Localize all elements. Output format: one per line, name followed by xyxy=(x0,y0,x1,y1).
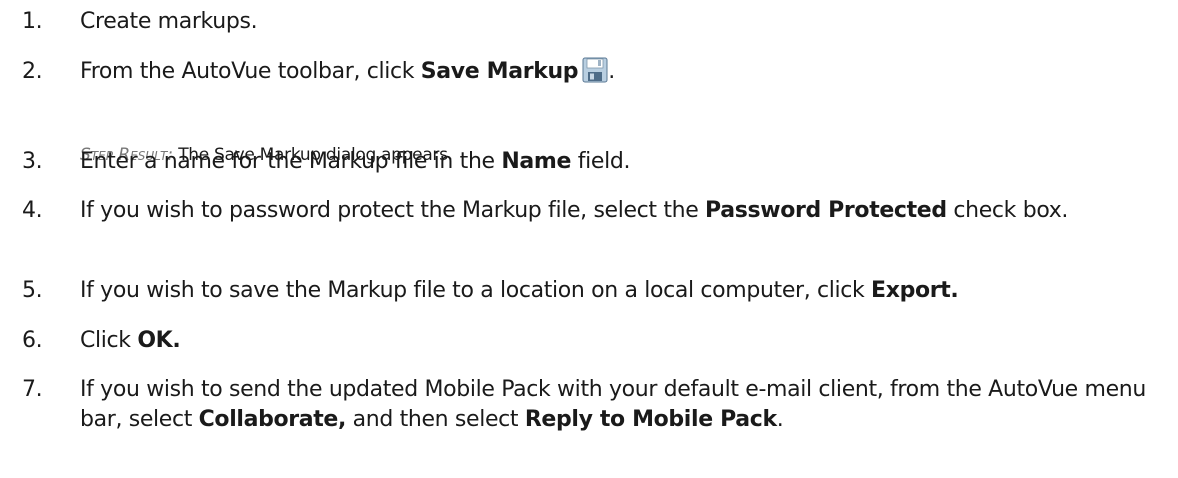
ui-term: Reply to Mobile Pack xyxy=(524,407,777,432)
step-number: 6. xyxy=(22,328,43,353)
ui-term: Password Protected xyxy=(705,198,947,223)
ui-term: Collaborate, xyxy=(198,407,347,432)
step-text: From the AutoVue toolbar, click Save Mar… xyxy=(80,57,615,84)
ui-term: OK. xyxy=(137,328,181,353)
step-number: 5. xyxy=(22,278,43,303)
step-text: If you wish to send the updated Mobile P… xyxy=(80,377,1146,432)
step-number: 1. xyxy=(22,9,43,34)
save-markup-icon xyxy=(582,57,608,83)
step-number: 4. xyxy=(22,198,43,223)
step-number: 2. xyxy=(22,59,43,84)
ui-term: Save Markup xyxy=(420,59,579,84)
step-number: 3. xyxy=(22,149,43,174)
step-text: Click OK. xyxy=(80,328,181,353)
step-text: If you wish to save the Markup file to a… xyxy=(80,278,959,303)
step-number: 7. xyxy=(22,377,43,402)
step-text: Enter a name for the Markup file in the … xyxy=(80,149,631,174)
ui-term: Name xyxy=(501,149,572,174)
ui-term: Export. xyxy=(871,278,959,303)
procedure-steps: 1. Create markups. 2. From the AutoVue t… xyxy=(0,0,1178,478)
step-text: Create markups. xyxy=(80,9,258,34)
step-text: If you wish to password protect the Mark… xyxy=(80,198,1069,223)
